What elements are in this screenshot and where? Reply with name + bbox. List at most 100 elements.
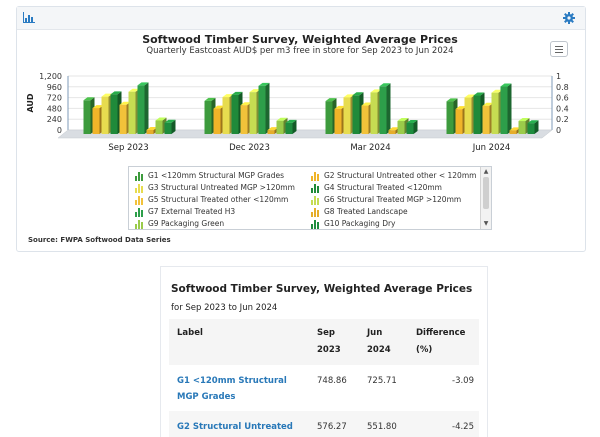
bar xyxy=(249,92,257,134)
scroll-up-icon[interactable]: ▲ xyxy=(482,168,490,176)
row-jun-value: 725.71 xyxy=(367,376,397,386)
legend-label: G3 Structural Untreated MGP >120mm xyxy=(148,183,295,192)
bar xyxy=(518,121,526,134)
table-title: Softwood Timber Survey, Weighted Average… xyxy=(171,281,481,317)
bar xyxy=(258,85,266,134)
bar xyxy=(527,123,535,134)
summary-table-card: Softwood Timber Survey, Weighted Average… xyxy=(160,266,488,437)
legend-scrollbar[interactable]: ▲ ▼ xyxy=(480,167,491,229)
row-sep-value: 748.86 xyxy=(317,376,347,386)
y-tick-label: 480 xyxy=(47,104,62,113)
bar xyxy=(164,122,172,134)
header-sep-2023[interactable]: Sep 2023 xyxy=(317,325,353,359)
bar xyxy=(500,86,508,134)
bar xyxy=(491,92,499,134)
table-row: G2 Structural Untreated other <120mm 576… xyxy=(169,411,479,437)
bar xyxy=(267,130,275,134)
x-tick-label: Mar 2024 xyxy=(350,143,390,153)
legend-swatch-icon xyxy=(135,208,144,217)
legend-label: G9 Packaging Green xyxy=(148,219,225,228)
y-tick-label: 960 xyxy=(47,83,62,92)
bar xyxy=(204,100,212,134)
legend-swatch-icon xyxy=(135,184,144,193)
bar-side xyxy=(265,82,270,134)
bar xyxy=(101,96,109,134)
bar xyxy=(240,105,248,134)
legend-label: G8 Treated Landscape xyxy=(324,207,408,216)
y2-tick-label: 0.2 xyxy=(556,115,569,124)
y2-tick-label: 0.8 xyxy=(556,83,569,92)
table-row: G1 <120mm Structural MGP Grades 748.86 7… xyxy=(169,365,479,411)
legend-swatch-icon xyxy=(135,220,144,229)
source-note: Source: FWPA Softwood Data Series xyxy=(28,236,171,244)
header-jun-2024[interactable]: Jun 2024 xyxy=(367,325,403,359)
bar xyxy=(285,122,293,134)
bar xyxy=(446,101,454,134)
y-tick-label: 240 xyxy=(47,115,62,124)
row-label-link[interactable]: G2 Structural Untreated other <120mm xyxy=(177,419,309,437)
bar xyxy=(343,97,351,134)
bar xyxy=(119,104,127,134)
scroll-thumb[interactable] xyxy=(483,177,489,209)
y-axis-title: AUD xyxy=(26,93,35,112)
bar xyxy=(482,105,490,134)
bar xyxy=(379,86,387,134)
row-label-link[interactable]: G1 <120mm Structural MGP Grades xyxy=(177,373,309,405)
bar xyxy=(388,130,396,134)
legend-swatch-icon xyxy=(311,220,320,229)
row-diff-value: -3.09 xyxy=(452,376,474,386)
legend-label: G1 <120mm Structural MGP Grades xyxy=(148,171,285,180)
bar-side xyxy=(144,82,149,134)
bar xyxy=(231,94,239,134)
legend-swatch-icon xyxy=(311,172,320,181)
header-label[interactable]: Label xyxy=(177,325,203,342)
bar xyxy=(213,108,221,134)
bar xyxy=(361,105,369,134)
bar xyxy=(325,101,333,134)
legend-swatch-icon xyxy=(311,196,320,205)
bar xyxy=(128,91,136,134)
legend-label: G4 Structural Treated <120mm xyxy=(324,183,442,192)
bar xyxy=(92,108,100,134)
y2-tick-label: 0 xyxy=(556,126,561,135)
bar xyxy=(334,108,342,134)
legend-label: G7 External Treated H3 xyxy=(148,207,236,216)
bar xyxy=(370,92,378,134)
legend-swatch-icon xyxy=(135,196,144,205)
legend-label: G10 Packaging Dry xyxy=(324,219,396,228)
bar xyxy=(473,95,481,134)
chart-legend: ▲ ▼ G1 <120mm Structural MGP Grades G2 St… xyxy=(128,166,492,230)
bar xyxy=(110,94,118,134)
scroll-down-icon[interactable]: ▼ xyxy=(482,220,490,228)
header-difference[interactable]: Difference (%) xyxy=(416,325,474,359)
y-tick-label: 0 xyxy=(57,126,62,135)
row-sep-value: 576.27 xyxy=(317,422,347,432)
bar xyxy=(276,120,284,134)
legend-label: G5 Structural Treated other <120mm xyxy=(148,195,289,204)
legend-swatch-icon xyxy=(311,184,320,193)
bar xyxy=(146,129,154,134)
x-tick-label: Jun 2024 xyxy=(472,143,511,153)
x-tick-label: Sep 2023 xyxy=(108,143,148,153)
y-tick-label: 1,200 xyxy=(39,72,62,81)
row-diff-value: -4.25 xyxy=(452,422,474,432)
bar xyxy=(83,100,91,134)
table-title-rest: for Sep 2023 to Jun 2024 xyxy=(171,303,278,313)
legend-swatch-icon xyxy=(135,172,144,181)
y2-tick-label: 0.4 xyxy=(556,104,569,113)
bar xyxy=(352,95,360,134)
bar xyxy=(397,120,405,134)
legend-swatch-icon xyxy=(311,208,320,217)
bar xyxy=(406,122,414,134)
bar-side xyxy=(507,83,512,134)
bar xyxy=(464,97,472,134)
table-header: Label Sep 2023 Jun 2024 Difference (%) xyxy=(169,319,479,365)
bar xyxy=(222,97,230,134)
row-jun-value: 551.80 xyxy=(367,422,397,432)
bar xyxy=(509,130,517,134)
bar xyxy=(155,120,163,134)
y2-tick-label: 1 xyxy=(556,72,561,81)
bar-side xyxy=(386,83,391,134)
x-tick-label: Dec 2023 xyxy=(229,143,270,153)
table-title-bold: Softwood Timber Survey, Weighted Average… xyxy=(171,283,473,295)
